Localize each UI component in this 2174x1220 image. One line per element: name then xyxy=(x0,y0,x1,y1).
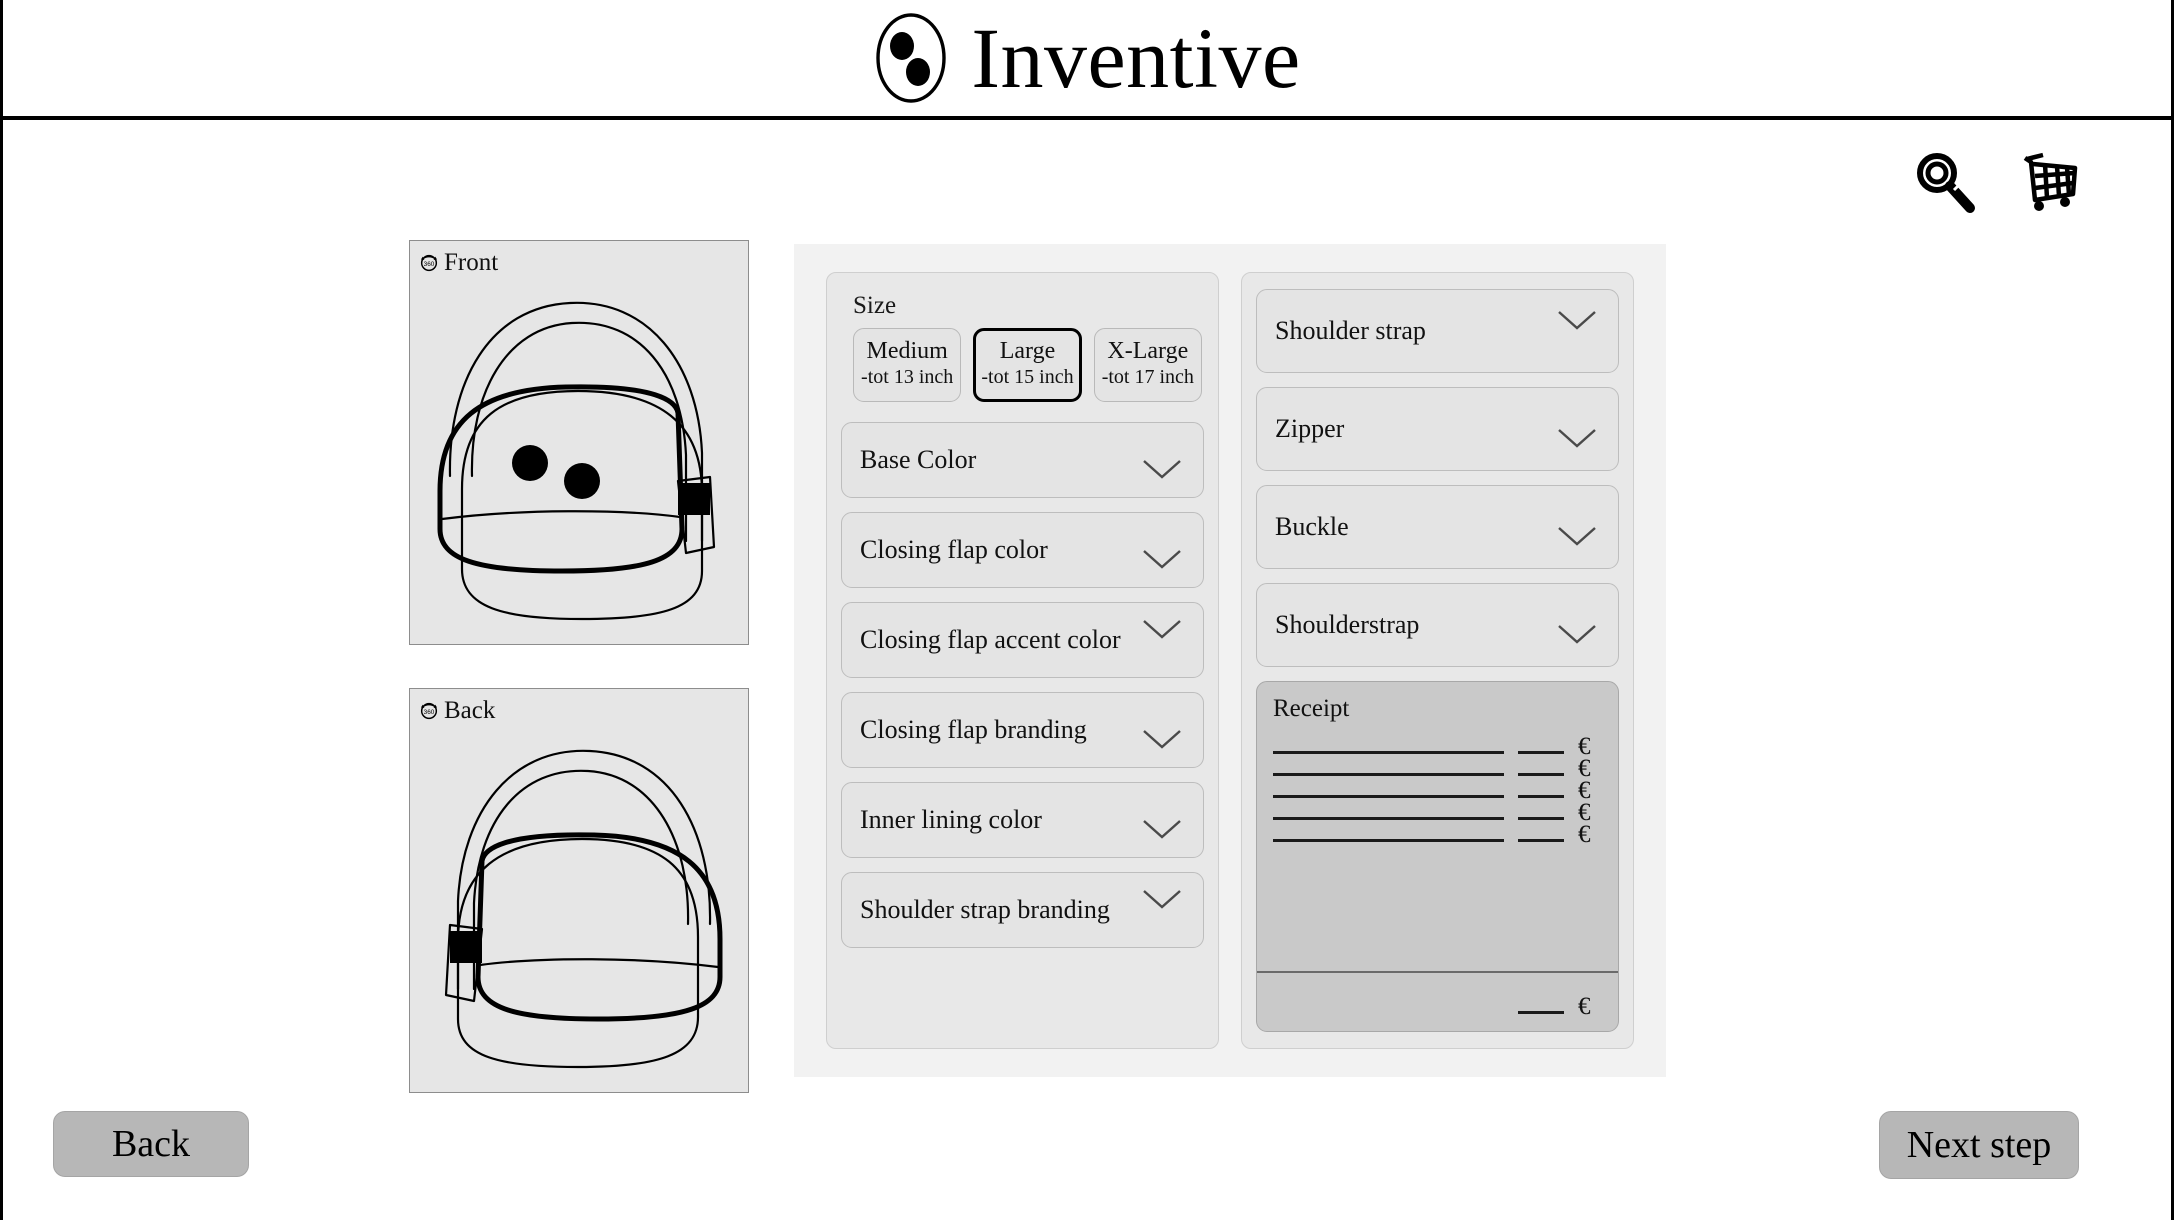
dropdown-closing-flap-branding[interactable]: Closing flap branding xyxy=(841,692,1204,769)
receipt-row: € xyxy=(1273,732,1602,760)
preview-label-text: Back xyxy=(444,697,496,724)
dropdown-label: Shoulder strap branding xyxy=(860,895,1110,925)
receipt-description-blank xyxy=(1273,751,1504,754)
dropdown-label: Closing flap accent color xyxy=(860,625,1121,655)
preview-label-back: 360 Back xyxy=(418,698,495,723)
receipt-currency: € xyxy=(1578,776,1591,804)
dropdown-shoulder-strap[interactable]: Shoulder strap xyxy=(1256,289,1619,373)
dropdown-closing-flap-color[interactable]: Closing flap color xyxy=(841,512,1204,589)
size-option-x-large[interactable]: X-Large -tot 17 inch xyxy=(1093,328,1202,403)
chevron-down-icon xyxy=(1558,429,1596,448)
chevron-down-icon xyxy=(1143,460,1181,479)
chevron-down-icon xyxy=(1143,550,1181,569)
size-options: Medium -tot 13 inch Large -tot 15 inch X… xyxy=(853,328,1202,403)
configurator-right-column: Shoulder strap Zipper Buckle Shoulderstr… xyxy=(1241,272,1634,1049)
receipt-total-currency: € xyxy=(1578,992,1591,1020)
chevron-down-icon xyxy=(1558,625,1596,644)
configurator-left-column: Size Medium -tot 13 inch Large -tot 15 i… xyxy=(826,272,1219,1049)
size-option-sub: -tot 17 inch xyxy=(1101,366,1194,389)
360-rotate-icon: 360 xyxy=(420,702,438,719)
size-option-name: Large xyxy=(999,338,1056,364)
bag-sketch-back xyxy=(444,749,723,1069)
preview-label-front: 360 Front xyxy=(418,250,498,275)
receipt-currency: € xyxy=(1578,820,1591,848)
dropdown-label: Inner lining color xyxy=(860,805,1042,835)
receipt-row: € xyxy=(1273,776,1602,804)
dropdown-base-color[interactable]: Base Color xyxy=(841,422,1204,499)
receipt-total-amount-blank xyxy=(1518,1011,1564,1014)
receipt-line-list: € € € € € xyxy=(1273,732,1602,959)
receipt-row: € xyxy=(1273,820,1602,848)
receipt-card: Receipt € € € € € € xyxy=(1256,681,1619,1032)
receipt-amount-blank xyxy=(1518,795,1564,798)
dropdown-label: Closing flap color xyxy=(860,535,1048,565)
dropdown-shoulderstrap[interactable]: Shoulderstrap xyxy=(1256,583,1619,667)
svg-text:360: 360 xyxy=(424,708,435,715)
receipt-total-row: € xyxy=(1273,973,1602,1031)
receipt-amount-blank xyxy=(1518,817,1564,820)
receipt-row: € xyxy=(1273,754,1602,782)
receipt-description-blank xyxy=(1273,817,1504,820)
receipt-description-blank xyxy=(1273,795,1504,798)
dropdown-label: Base Color xyxy=(860,445,977,475)
receipt-description-blank xyxy=(1273,773,1504,776)
inventive-logo-icon xyxy=(876,13,947,103)
chevron-down-icon xyxy=(1143,730,1181,749)
receipt-currency: € xyxy=(1578,732,1591,760)
chevron-down-icon xyxy=(1143,890,1181,909)
toolbar xyxy=(1911,148,2085,218)
size-option-name: Medium xyxy=(866,338,948,364)
dropdown-label: Zipper xyxy=(1275,414,1345,443)
dropdown-shoulder-strap-branding[interactable]: Shoulder strap branding xyxy=(841,872,1204,949)
preview-card-front[interactable]: 360 Front xyxy=(409,240,749,645)
svg-text:360: 360 xyxy=(424,260,435,267)
receipt-amount-blank xyxy=(1518,839,1564,842)
receipt-description-blank xyxy=(1273,839,1504,842)
preview-card-back[interactable]: 360 Back xyxy=(409,688,749,1093)
size-option-sub: -tot 15 inch xyxy=(981,366,1074,389)
dropdown-buckle[interactable]: Buckle xyxy=(1256,485,1619,569)
receipt-currency: € xyxy=(1578,754,1591,782)
chevron-down-icon xyxy=(1143,820,1181,839)
app-root: Inventive 360 Front 360 Back Size Medium… xyxy=(0,0,2174,1220)
configurator-panel: Size Medium -tot 13 inch Large -tot 15 i… xyxy=(794,244,1666,1077)
receipt-amount-blank xyxy=(1518,751,1564,754)
brand-name: Inventive xyxy=(971,10,1301,106)
bag-sketch-front xyxy=(437,301,716,621)
brand: Inventive xyxy=(873,12,1300,104)
dropdown-label: Shoulder strap xyxy=(1275,316,1426,345)
next-step-button[interactable]: Next step xyxy=(1879,1111,2079,1179)
dropdown-label: Shoulderstrap xyxy=(1275,610,1420,639)
dropdown-label: Buckle xyxy=(1275,512,1349,541)
chevron-down-icon xyxy=(1558,311,1596,330)
size-option-name: X-Large xyxy=(1107,338,1189,364)
receipt-currency: € xyxy=(1578,798,1591,826)
receipt-title: Receipt xyxy=(1273,695,1350,722)
search-button[interactable] xyxy=(1911,148,1977,214)
chevron-down-icon xyxy=(1143,620,1181,639)
chevron-down-icon xyxy=(1558,527,1596,546)
back-button[interactable]: Back xyxy=(53,1111,249,1177)
size-option-large[interactable]: Large -tot 15 inch xyxy=(973,328,1082,403)
dropdown-zipper[interactable]: Zipper xyxy=(1256,387,1619,471)
size-group: Size Medium -tot 13 inch Large -tot 15 i… xyxy=(841,289,1204,408)
size-option-sub: -tot 13 inch xyxy=(861,366,954,389)
preview-column: 360 Front 360 Back xyxy=(409,240,749,1093)
receipt-amount-blank xyxy=(1518,773,1564,776)
app-header: Inventive xyxy=(3,0,2171,120)
dropdown-label: Closing flap branding xyxy=(860,715,1087,745)
cart-button[interactable] xyxy=(2015,148,2085,218)
size-option-medium[interactable]: Medium -tot 13 inch xyxy=(853,328,962,403)
magnifier-icon xyxy=(1917,153,1975,213)
shopping-cart-icon xyxy=(2023,152,2078,211)
360-rotate-icon: 360 xyxy=(420,254,438,271)
size-group-title: Size xyxy=(853,292,897,319)
dropdown-closing-flap-accent-color[interactable]: Closing flap accent color xyxy=(841,602,1204,679)
preview-label-text: Front xyxy=(444,249,499,276)
dropdown-inner-lining-color[interactable]: Inner lining color xyxy=(841,782,1204,859)
receipt-row: € xyxy=(1273,798,1602,826)
